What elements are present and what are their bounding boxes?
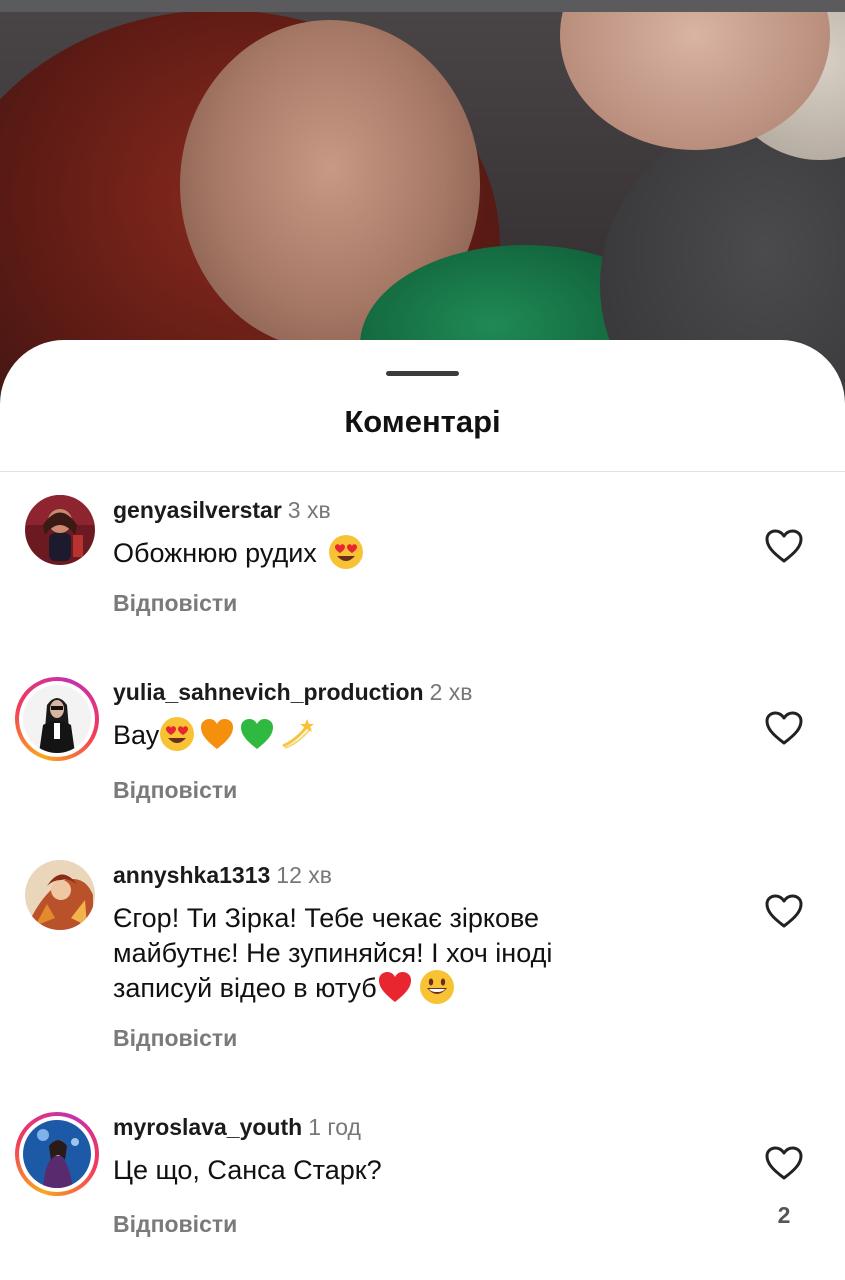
like-count: 2 — [777, 1202, 791, 1228]
reply-button[interactable]: Відповісти — [113, 590, 237, 617]
comment-text: Це що, Санса Старк? — [113, 1155, 382, 1185]
comment-meta: genyasilverstar 3 хв — [113, 496, 331, 524]
grinning-emoji-icon — [419, 969, 454, 1004]
comment-meta: yulia_sahnevich_production 2 хв — [113, 678, 473, 706]
comment-username[interactable]: annyshka1313 — [113, 862, 270, 888]
comment-text-line: записуй відео в ютуб — [113, 969, 653, 1008]
red-heart-emoji-icon — [378, 971, 411, 1002]
reply-button[interactable]: Відповісти — [113, 1211, 237, 1238]
comment-meta: annyshka1313 12 хв — [113, 861, 332, 889]
comment-text: Обожнюю рудих — [113, 534, 653, 573]
avatar[interactable] — [25, 860, 95, 930]
comment-text-content: Обожнюю рудих — [113, 538, 317, 568]
reply-button[interactable]: Відповісти — [113, 1025, 237, 1052]
avatar[interactable] — [25, 495, 95, 565]
sheet-divider — [0, 471, 845, 472]
heart-outline-icon[interactable] — [764, 893, 804, 929]
heart-eyes-emoji-icon — [160, 716, 195, 751]
comment-text-line: майбутнє! Не зупиняйся! І хоч іноді — [113, 938, 553, 968]
dizzy-emoji-icon — [282, 718, 315, 749]
status-bar — [0, 0, 845, 12]
comment-username[interactable]: myroslava_youth — [113, 1114, 302, 1140]
reply-button[interactable]: Відповісти — [113, 777, 237, 804]
comment-time: 3 хв — [287, 497, 331, 523]
comment-username[interactable]: yulia_sahnevich_production — [113, 679, 424, 705]
heart-outline-icon[interactable] — [764, 528, 804, 564]
comment-time: 1 год — [308, 1114, 361, 1140]
comment-time: 2 хв — [429, 679, 473, 705]
avatar-story-ring[interactable] — [15, 1112, 99, 1196]
comment-meta: myroslava_youth 1 год — [113, 1113, 361, 1141]
comments-sheet: Коментарі genyasilverstar 3 хв Обожнюю ру… — [0, 340, 845, 1280]
sheet-title: Коментарі — [344, 404, 501, 439]
heart-outline-icon[interactable] — [764, 710, 804, 746]
avatar — [23, 685, 91, 753]
heart-eyes-emoji-icon — [329, 534, 364, 569]
avatar-story-ring[interactable] — [15, 677, 99, 761]
avatar — [23, 1120, 91, 1188]
comment-text: Вау — [113, 716, 653, 755]
comment-time: 12 хв — [276, 862, 332, 888]
comment-username[interactable]: genyasilverstar — [113, 497, 282, 523]
comment-text-content: Вау — [113, 720, 160, 750]
comment-text-content: записуй відео в ютуб — [113, 973, 377, 1003]
drag-handle[interactable] — [386, 371, 459, 376]
comment-text: Єгор! Ти Зірка! Тебе чекає зіркове майбу… — [113, 901, 653, 1008]
heart-outline-icon[interactable] — [764, 1145, 804, 1181]
orange-heart-emoji-icon — [201, 718, 234, 749]
comment-text-line: Єгор! Ти Зірка! Тебе чекає зіркове — [113, 903, 540, 933]
green-heart-emoji-icon — [241, 718, 274, 749]
